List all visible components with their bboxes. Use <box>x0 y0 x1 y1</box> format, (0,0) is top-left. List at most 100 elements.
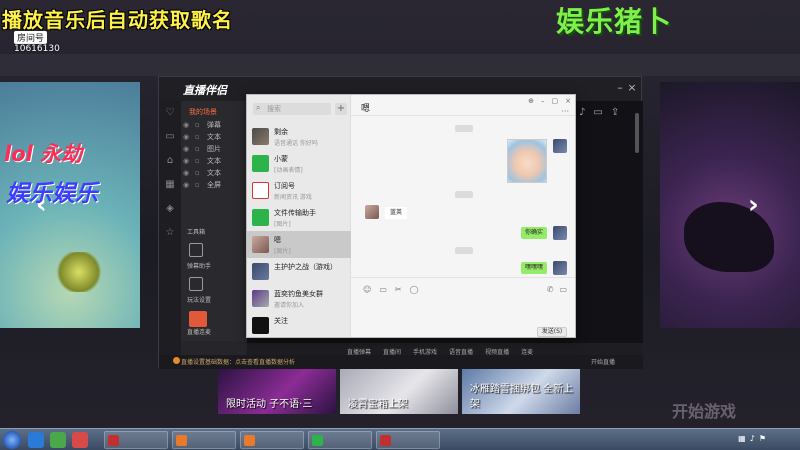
conversation-preview: 邀请你加入 <box>274 302 305 309</box>
volume-icon[interactable]: ♪ <box>750 434 755 443</box>
event-tile-caption: 冰雁踏雪捆绑包 全新上架 <box>470 384 574 410</box>
call-toolbar: ✆ ▭ <box>547 285 567 294</box>
flag-icon[interactable]: ⚑ <box>759 434 766 443</box>
taskbar-window[interactable] <box>172 431 236 449</box>
avatar <box>252 128 269 145</box>
taskbar-window[interactable] <box>376 431 440 449</box>
brand-logo: 娱乐猪卜 <box>556 5 673 38</box>
carousel-next-icon[interactable]: › <box>748 190 759 220</box>
divider <box>351 277 575 278</box>
source-row[interactable]: ◉ ▫ 弹幕 <box>183 119 245 130</box>
phone-icon[interactable]: ✆ <box>547 285 554 294</box>
lock-icon[interactable]: ▫ <box>195 145 203 153</box>
avatar <box>252 290 269 307</box>
source-row[interactable]: ◉ ▫ 全屏 <box>183 179 245 190</box>
explorer-icon[interactable] <box>28 432 44 448</box>
chat-title: 嗯 <box>361 104 371 114</box>
gift-icon[interactable]: ◈ <box>164 203 176 215</box>
event-tile[interactable]: 冰雁踏雪捆绑包 全新上架 <box>462 368 580 414</box>
screen-icon[interactable]: ▭ <box>593 107 602 118</box>
live-link-tool-icon[interactable] <box>189 311 207 327</box>
close-icon[interactable]: × <box>625 81 639 95</box>
eye-icon[interactable]: ◉ <box>183 121 191 129</box>
divider <box>351 115 575 116</box>
home-icon[interactable]: ⌂ <box>164 155 176 167</box>
source-row[interactable]: ◉ ▫ 文本 <box>183 167 245 178</box>
danmaku-tool-icon[interactable] <box>189 243 203 257</box>
carousel-prev-icon[interactable]: ‹ <box>36 190 47 220</box>
source-name: 文本 <box>207 132 221 141</box>
pin-icon[interactable]: ⊕ <box>528 97 534 105</box>
conversation-preview: [动画表情] <box>274 167 303 174</box>
bell-icon[interactable]: ♪ <box>579 107 585 118</box>
conversation-item-selected[interactable]: 嗯 [图片] <box>247 231 351 258</box>
status-message[interactable]: 直播设置基础数据：点击查看直播数据分析 <box>181 357 295 366</box>
conversation-item[interactable]: 剩余 语音通话 你好吗 <box>247 123 351 150</box>
lock-icon[interactable]: ▫ <box>195 133 203 141</box>
taskbar-window[interactable] <box>240 431 304 449</box>
assistant-rail: ♡ ▭ ⌂ ▦ ◈ ☆ <box>159 101 181 369</box>
conversation-name: 关注 <box>274 317 288 325</box>
timestamp-chip <box>455 125 473 132</box>
lock-icon[interactable]: ▫ <box>195 181 203 189</box>
source-row[interactable]: ◉ ▫ 文本 <box>183 131 245 142</box>
incoming-message[interactable]: 蓝英 <box>385 207 408 219</box>
minimize-icon[interactable]: – <box>541 97 545 105</box>
outgoing-message[interactable]: 你确实 <box>521 227 548 239</box>
event-tile[interactable]: 限时活动 子不语·三 <box>218 368 336 414</box>
chat-icon[interactable]: ▭ <box>164 131 176 143</box>
source-name: 弹幕 <box>207 120 221 129</box>
conversation-item[interactable]: 订阅号 新闻资讯 游戏 <box>247 177 351 204</box>
gameplay-tool-icon[interactable] <box>189 277 203 291</box>
conversation-name: 订阅号 <box>274 182 295 190</box>
event-tile[interactable]: 凌霄宝箱上架 <box>340 368 458 414</box>
source-name: 文本 <box>207 168 221 177</box>
taskbar-window[interactable] <box>308 431 372 449</box>
scissors-icon[interactable]: ✂ <box>395 285 402 294</box>
eye-icon[interactable]: ◉ <box>183 157 191 165</box>
lock-icon[interactable]: ▫ <box>195 157 203 165</box>
outgoing-message[interactable]: 嘿嘿嘿 <box>521 262 548 274</box>
chat-history-icon[interactable]: ◯ <box>410 285 419 294</box>
lock-icon[interactable]: ▫ <box>195 121 203 129</box>
room-label: 房间号 <box>14 31 48 44</box>
image-message[interactable] <box>507 139 547 183</box>
taskbar-window[interactable] <box>104 431 168 449</box>
grid-icon[interactable]: ▦ <box>164 179 176 191</box>
conversation-item[interactable]: 主护护之战（游戏） <box>247 258 351 285</box>
eye-icon[interactable]: ◉ <box>183 181 191 189</box>
preview-scrollbar[interactable] <box>635 113 639 153</box>
avatar <box>252 155 269 172</box>
send-button[interactable]: 发送(S) <box>537 327 567 337</box>
conversation-item[interactable]: 文件传输助手 [图片] <box>247 204 351 231</box>
input-toolbar: ☺ ▭ ✂ ◯ <box>363 285 419 294</box>
event-tile-caption: 凌霄宝箱上架 <box>348 399 408 410</box>
folder-icon[interactable]: ▭ <box>379 285 387 294</box>
app-icon[interactable] <box>50 432 66 448</box>
eye-icon[interactable]: ◉ <box>183 145 191 153</box>
chat-conversation-pane: 嗯 ⊕ – ▢ × ··· 蓝英 你确实 嘿嘿嘿 ☺ ▭ ✂ ◯ ✆ ▭ 发送(… <box>351 95 575 337</box>
maximize-icon[interactable]: ▢ <box>552 97 559 105</box>
heart-icon[interactable]: ♡ <box>164 107 176 119</box>
search-input[interactable]: ⌕ 搜索 <box>253 103 331 115</box>
lock-icon[interactable]: ▫ <box>195 169 203 177</box>
star-icon[interactable]: ☆ <box>164 227 176 239</box>
source-row[interactable]: ◉ ▫ 图片 <box>183 143 245 154</box>
eye-icon[interactable]: ◉ <box>183 133 191 141</box>
start-live-label[interactable]: 开始直播 <box>591 357 615 366</box>
conversation-item[interactable]: 小蒙 [动画表情] <box>247 150 351 177</box>
share-icon[interactable]: ⇪ <box>611 107 619 118</box>
conversation-item[interactable]: 蓝奕钓鱼美女群 邀请你加入 <box>247 285 351 312</box>
emoji-icon[interactable]: ☺ <box>363 285 371 294</box>
start-button[interactable] <box>3 431 21 449</box>
video-call-icon[interactable]: ▭ <box>559 285 567 294</box>
close-icon[interactable]: × <box>565 97 571 105</box>
conversation-item[interactable]: 关注 <box>247 312 351 337</box>
network-icon[interactable]: ▦ <box>738 434 746 443</box>
eye-icon[interactable]: ◉ <box>183 169 191 177</box>
stream-title-overlay: 播放音乐后自动获取歌名 <box>2 8 233 32</box>
left-card-line-1: lol 永劫 <box>4 142 83 166</box>
music-app-icon[interactable] <box>72 432 88 448</box>
add-chat-button[interactable]: + <box>335 103 347 115</box>
source-row[interactable]: ◉ ▫ 文本 <box>183 155 245 166</box>
